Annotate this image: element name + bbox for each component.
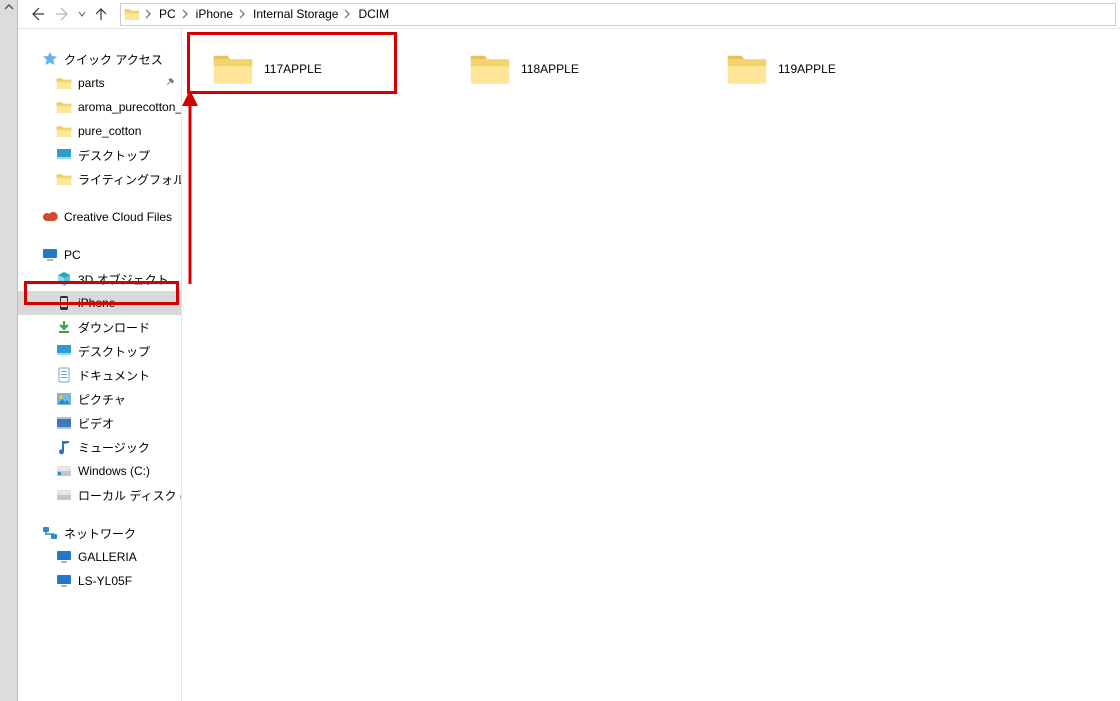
folder-label: 118APPLE [521, 62, 579, 76]
folder-icon [56, 99, 72, 115]
drive-icon [56, 463, 72, 479]
sidebar-item-downloads[interactable]: ダウンロード [18, 315, 181, 339]
desktop-icon [56, 343, 72, 359]
sidebar-item-network[interactable]: ネットワーク [18, 521, 181, 545]
sidebar-item-drive-d[interactable]: ローカル ディスク (D:) [18, 483, 181, 507]
sidebar-item-label: デスクトップ [78, 147, 150, 164]
sidebar-item-label: クイック アクセス [64, 51, 163, 68]
breadcrumb-label: Internal Storage [253, 7, 338, 21]
folder-icon [726, 50, 768, 88]
pin-icon [165, 77, 175, 90]
sidebar-item-label: aroma_purecotton_ [78, 100, 182, 114]
sidebar-item-label: Creative Cloud Files [64, 210, 172, 224]
desktop-icon [56, 147, 72, 163]
folder-content-area[interactable]: 117APPLE 118APPLE 119APPLE [182, 29, 1120, 701]
chevron-right-icon[interactable] [342, 9, 354, 19]
nav-forward-button[interactable] [50, 1, 76, 27]
sidebar-quick-access[interactable]: クイック アクセス [18, 47, 181, 71]
sidebar-item-network-computer[interactable]: LS-YL05F [18, 569, 181, 593]
nav-history-dropdown[interactable] [76, 1, 88, 27]
sidebar-item-label: PC [64, 248, 81, 262]
sidebar-item-desktop[interactable]: デスクトップ [18, 143, 181, 167]
creative-cloud-icon [42, 209, 58, 225]
sidebar-item-3d-objects[interactable]: 3D オブジェクト [18, 267, 181, 291]
sidebar-item-label: ライティングフォルダ [78, 171, 182, 188]
sidebar-item-iphone[interactable]: iPhone [18, 291, 181, 315]
sidebar-item-documents[interactable]: ドキュメント [18, 363, 181, 387]
sidebar-item-label: parts [78, 76, 105, 90]
sidebar-item-videos[interactable]: ビデオ [18, 411, 181, 435]
sidebar-item-creative-cloud[interactable]: Creative Cloud Files [18, 205, 181, 229]
sidebar-item-label: ビデオ [78, 415, 114, 432]
navigation-pane: クイック アクセス parts aroma_purecotton_ pure_c… [18, 29, 182, 701]
chevron-right-icon[interactable] [180, 9, 192, 19]
breadcrumb-segment[interactable]: PC [155, 4, 180, 25]
sidebar-item-label: iPhone [78, 296, 115, 310]
chevron-right-icon[interactable] [237, 9, 249, 19]
drive-icon [56, 487, 72, 503]
nav-back-button[interactable] [24, 1, 50, 27]
sidebar-item-network-computer[interactable]: GALLERIA [18, 545, 181, 569]
breadcrumb-bar[interactable]: PC iPhone Internal Storage DCIM [120, 3, 1116, 26]
star-icon [42, 51, 58, 67]
monitor-icon [56, 549, 72, 565]
sidebar-item-folder[interactable]: ライティングフォルダ [18, 167, 181, 191]
folder-icon [56, 75, 72, 91]
sidebar-item-folder[interactable]: parts [18, 71, 181, 95]
network-icon [42, 525, 58, 541]
sidebar-item-label: GALLERIA [78, 550, 137, 564]
breadcrumb-segment[interactable]: Internal Storage [249, 4, 342, 25]
pictures-icon [56, 391, 72, 407]
monitor-icon [56, 573, 72, 589]
sidebar-item-drive-c[interactable]: Windows (C:) [18, 459, 181, 483]
sidebar-item-folder[interactable]: pure_cotton [18, 119, 181, 143]
sidebar-item-pc[interactable]: PC [18, 243, 181, 267]
cube-icon [56, 271, 72, 287]
sidebar-item-label: LS-YL05F [78, 574, 132, 588]
folder-icon [212, 50, 254, 88]
sidebar-item-label: ネットワーク [64, 525, 136, 542]
download-icon [56, 319, 72, 335]
sidebar-item-label: Windows (C:) [78, 464, 150, 478]
folder-tile[interactable]: 117APPLE [202, 41, 332, 97]
chevron-right-icon[interactable] [143, 9, 155, 19]
folder-icon [56, 171, 72, 187]
folder-icon [56, 123, 72, 139]
breadcrumb-label: iPhone [196, 7, 233, 21]
music-icon [56, 439, 72, 455]
breadcrumb-segment[interactable]: DCIM [354, 4, 393, 25]
address-bar: PC iPhone Internal Storage DCIM [18, 0, 1120, 29]
sidebar-item-label: ミュージック [78, 439, 150, 456]
sidebar-item-label: 3D オブジェクト [78, 271, 169, 288]
sidebar-item-music[interactable]: ミュージック [18, 435, 181, 459]
external-scrollbar-strip [0, 0, 17, 701]
sidebar-item-label: ピクチャ [78, 391, 126, 408]
sidebar-item-label: ドキュメント [78, 367, 150, 384]
folder-icon [121, 4, 143, 25]
breadcrumb-label: PC [159, 7, 176, 21]
folder-label: 119APPLE [778, 62, 836, 76]
sidebar-item-pictures[interactable]: ピクチャ [18, 387, 181, 411]
sidebar-item-desktop[interactable]: デスクトップ [18, 339, 181, 363]
sidebar-item-label: ローカル ディスク (D:) [78, 487, 182, 504]
chevron-up-icon [2, 0, 15, 14]
documents-icon [56, 367, 72, 383]
breadcrumb-segment[interactable]: iPhone [192, 4, 237, 25]
annotation-arrow [180, 64, 210, 294]
folder-icon [469, 50, 511, 88]
sidebar-item-label: ダウンロード [78, 319, 150, 336]
folder-tile[interactable]: 118APPLE [459, 41, 589, 97]
sidebar-item-label: pure_cotton [78, 124, 141, 138]
folder-tile[interactable]: 119APPLE [716, 41, 846, 97]
sidebar-item-folder[interactable]: aroma_purecotton_ [18, 95, 181, 119]
file-explorer-window: PC iPhone Internal Storage DCIM クイック アクセ… [17, 0, 1120, 701]
breadcrumb-label: DCIM [358, 7, 389, 21]
phone-icon [56, 295, 72, 311]
monitor-icon [42, 247, 58, 263]
videos-icon [56, 415, 72, 431]
folder-label: 117APPLE [264, 62, 322, 76]
sidebar-item-label: デスクトップ [78, 343, 150, 360]
nav-up-button[interactable] [88, 1, 114, 27]
